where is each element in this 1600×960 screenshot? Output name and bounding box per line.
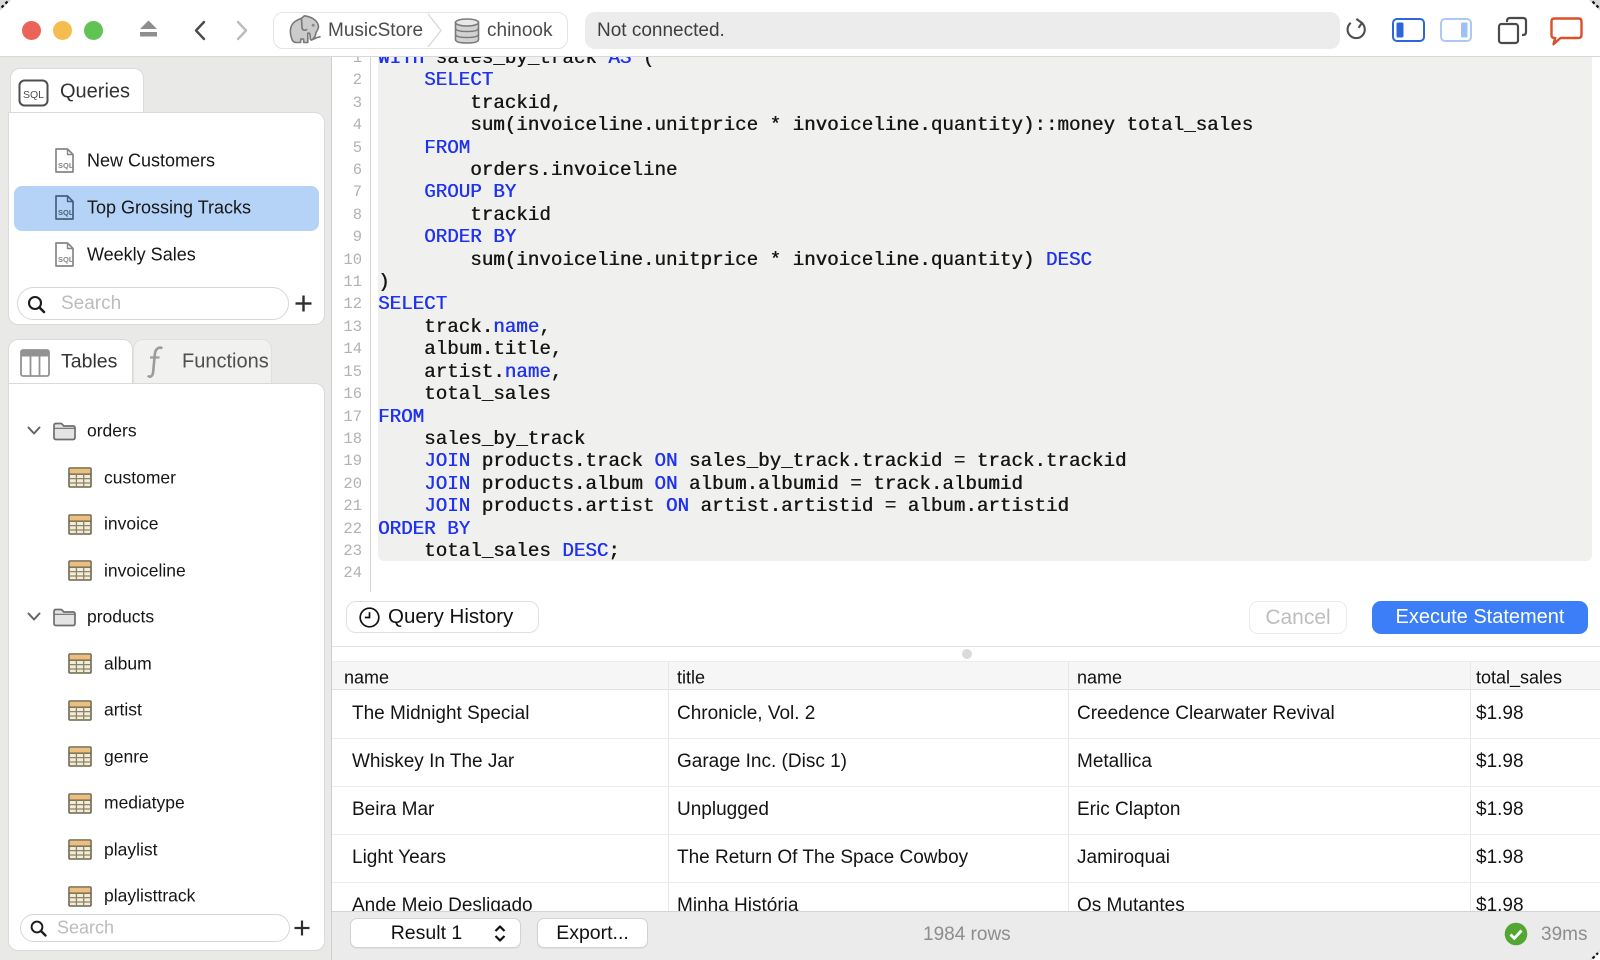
svg-text:SQL: SQL xyxy=(58,161,74,170)
svg-text:SQL: SQL xyxy=(23,89,44,101)
svg-text:SQL: SQL xyxy=(58,255,74,264)
svg-text:SQL: SQL xyxy=(58,208,74,217)
